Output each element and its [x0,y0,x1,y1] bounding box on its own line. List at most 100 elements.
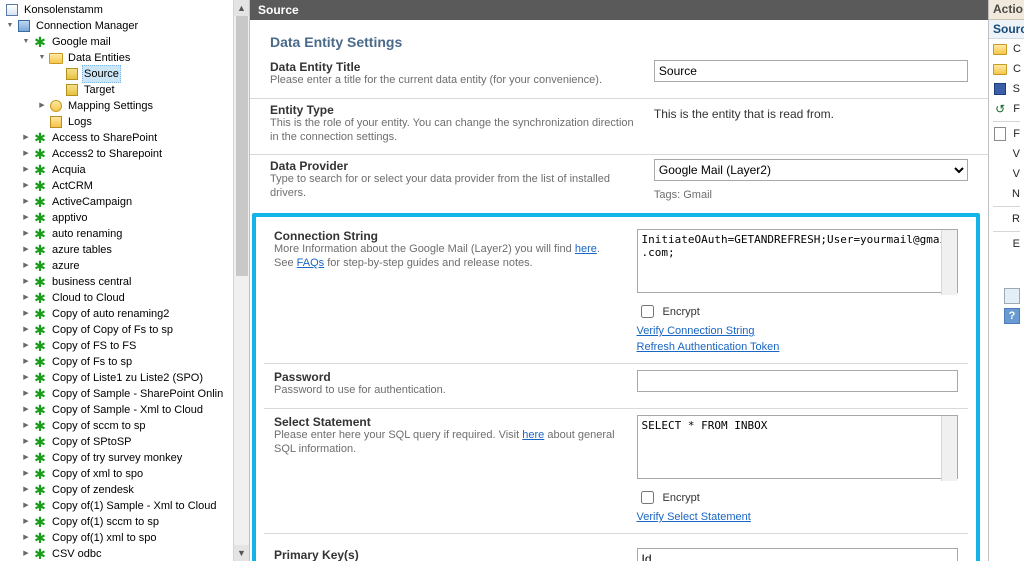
tree-source[interactable]: Source [4,66,249,82]
chevron-right-icon[interactable] [20,132,32,144]
conn-link-here[interactable]: here [575,243,597,255]
chevron-down-icon[interactable] [4,20,16,32]
tree-connection-item[interactable]: ✱Copy of SPtoSP [4,434,249,450]
action-item[interactable]: C [989,39,1024,59]
chevron-right-icon[interactable] [20,276,32,288]
chevron-right-icon[interactable] [20,308,32,320]
chevron-right-icon[interactable] [20,484,32,496]
action-item[interactable]: F [989,124,1024,144]
select-statement-input[interactable]: SELECT * FROM INBOX [637,415,958,479]
chevron-right-icon[interactable] [20,452,32,464]
tree-connection-item[interactable]: ✱Copy of Sample - SharePoint Onlin [4,386,249,402]
tree-data-entities[interactable]: Data Entities [4,50,249,66]
tree-connection-item[interactable]: ✱Copy of(1) Sample - Xml to Cloud [4,498,249,514]
tree-target[interactable]: Target [4,82,249,98]
tree-connection-item[interactable]: ✱Copy of Copy of Fs to sp [4,322,249,338]
chevron-right-icon[interactable] [36,100,48,112]
connection-icon: ✱ [32,402,48,418]
tree-mapping-settings[interactable]: Mapping Settings [4,98,249,114]
chevron-right-icon[interactable] [20,164,32,176]
chevron-down-icon[interactable] [20,36,32,48]
chevron-right-icon[interactable] [20,388,32,400]
tree-connection-item[interactable]: ✱business central [4,274,249,290]
tree-connection-item[interactable]: ✱Access2 to Sharepoint [4,146,249,162]
tree-logs[interactable]: Logs [4,114,249,130]
refresh-token-link[interactable]: Refresh Authentication Token [637,341,780,353]
tree-connection-item[interactable]: ✱Copy of try survey monkey [4,450,249,466]
tree-connection-item[interactable]: ✱Copy of(1) sccm to sp [4,514,249,530]
tree-connection-manager[interactable]: Connection Manager [4,18,249,34]
tree-connection-item[interactable]: ✱ActiveCampaign [4,194,249,210]
verify-connection-link[interactable]: Verify Connection String [637,325,755,337]
tree-connection-item[interactable]: ✱azure [4,258,249,274]
chevron-right-icon[interactable] [20,500,32,512]
tree-connection-item[interactable]: ✱Copy of zendesk [4,482,249,498]
action-item[interactable]: C [989,59,1024,79]
tree-connection-item[interactable]: ✱Copy of sccm to sp [4,418,249,434]
chevron-right-icon[interactable] [20,212,32,224]
chevron-right-icon[interactable] [20,244,32,256]
tree-connection-item[interactable]: ✱CSV odbc [4,546,249,561]
help-icon[interactable]: ? [1004,308,1020,324]
tree-scrollbar[interactable]: ▲ ▼ [233,0,249,561]
chevron-right-icon[interactable] [20,148,32,160]
verify-select-link[interactable]: Verify Select Statement [637,511,751,523]
primary-key-input[interactable] [637,548,958,561]
conn-link-faqs[interactable]: FAQs [297,257,325,269]
action-item[interactable]: N [989,184,1024,204]
chevron-right-icon[interactable] [20,372,32,384]
entity-title-input[interactable] [654,60,968,82]
scroll-thumb[interactable] [236,16,248,276]
tree-connection-item[interactable]: ✱Copy of xml to spo [4,466,249,482]
panel-icon[interactable] [1004,288,1020,304]
tree-connection-item[interactable]: ✱Copy of Fs to sp [4,354,249,370]
tree-connection-item[interactable]: ✱Copy of(1) xml to spo [4,530,249,546]
textarea-scrollbar[interactable] [941,230,957,295]
tree-connection-item[interactable]: ✱Copy of Sample - Xml to Cloud [4,402,249,418]
tree-connection-item[interactable]: ✱Copy of FS to FS [4,338,249,354]
tree-connection-item[interactable]: ✱Access to SharePoint [4,130,249,146]
chevron-right-icon[interactable] [20,340,32,352]
chevron-right-icon[interactable] [20,532,32,544]
tree-connection-item[interactable]: ✱ActCRM [4,178,249,194]
tree-connection-item[interactable]: ✱Copy of auto renaming2 [4,306,249,322]
action-item[interactable]: S [989,79,1024,99]
chevron-right-icon[interactable] [20,436,32,448]
chevron-right-icon[interactable] [20,260,32,272]
action-item[interactable]: V [989,164,1024,184]
tree-connection-item[interactable]: ✱Cloud to Cloud [4,290,249,306]
scroll-up-icon[interactable]: ▲ [234,0,249,16]
chevron-right-icon[interactable] [20,468,32,480]
password-input[interactable] [637,370,958,392]
chevron-right-icon[interactable] [20,292,32,304]
chevron-right-icon[interactable] [20,548,32,560]
chevron-down-icon[interactable] [36,52,48,64]
tree-connection-item[interactable]: ✱azure tables [4,242,249,258]
select-encrypt-checkbox[interactable] [641,491,654,504]
tree-connection-item[interactable]: ✱Copy of Liste1 zu Liste2 (SPO) [4,370,249,386]
action-item[interactable]: V [989,144,1024,164]
select-link-here[interactable]: here [522,429,544,441]
chevron-right-icon[interactable] [20,356,32,368]
chevron-right-icon[interactable] [20,516,32,528]
textarea-scrollbar[interactable] [941,416,957,481]
tree-connection-item[interactable]: ✱apptivo [4,210,249,226]
connection-string-input[interactable]: InitiateOAuth=GETANDREFRESH;User=yourmai… [637,229,958,293]
conn-encrypt-checkbox[interactable] [641,305,654,318]
tree-item-label: Copy of Liste1 zu Liste2 (SPO) [50,370,205,386]
action-item[interactable]: E [989,234,1024,254]
tree-root[interactable]: Konsolenstamm [4,2,249,18]
data-provider-select[interactable]: Google Mail (Layer2) [654,159,968,181]
tree-google-mail[interactable]: ✱ Google mail [4,34,249,50]
chevron-right-icon[interactable] [20,180,32,192]
chevron-right-icon[interactable] [20,324,32,336]
tree-connection-item[interactable]: ✱auto renaming [4,226,249,242]
scroll-down-icon[interactable]: ▼ [234,545,249,561]
chevron-right-icon[interactable] [20,228,32,240]
action-item[interactable]: ↺F [989,99,1024,119]
chevron-right-icon[interactable] [20,404,32,416]
chevron-right-icon[interactable] [20,420,32,432]
tree-connection-item[interactable]: ✱Acquia [4,162,249,178]
chevron-right-icon[interactable] [20,196,32,208]
action-item[interactable]: R [989,209,1024,229]
